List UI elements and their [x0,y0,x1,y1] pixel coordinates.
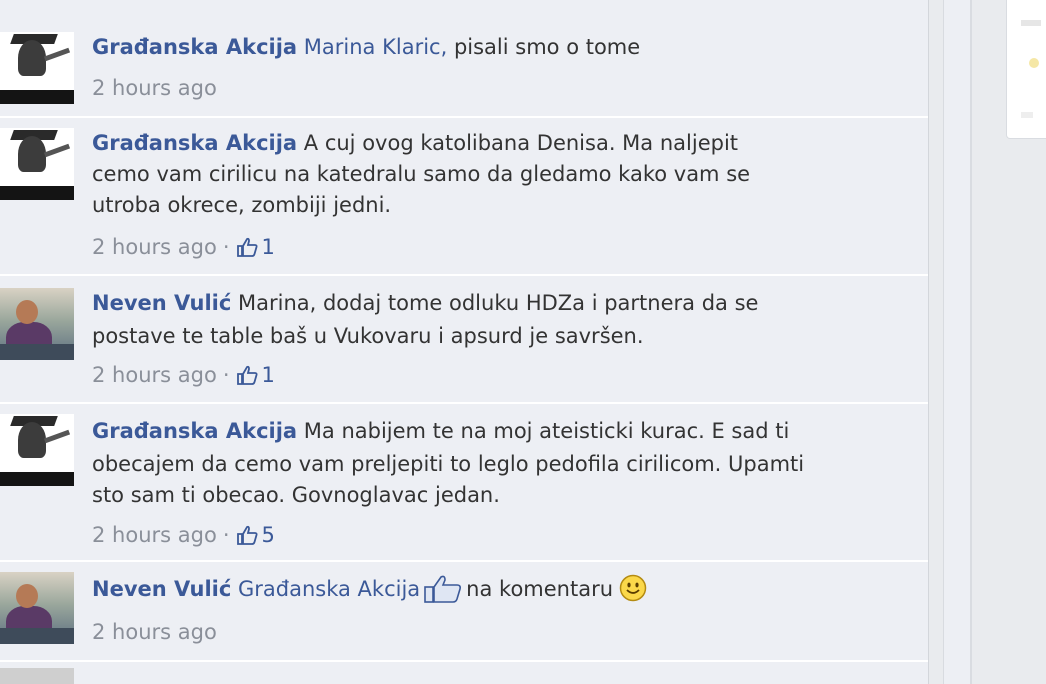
comment-timestamp[interactable]: 2 hours ago [92,76,217,100]
feed-divider [928,0,944,684]
comment-text: Građanska Akcija A cuj ovog katolibana D… [92,128,738,159]
avatar[interactable] [0,414,74,486]
comment-body-line: utroba okrece, zombiji jedni. [92,193,392,217]
comment-body-line: na komentaru [466,577,614,601]
like-thumb-icon[interactable] [236,235,258,265]
comment-author[interactable]: Građanska Akcija [92,35,297,59]
comment-body-line: postave te table baš u Vukovaru i apsurd… [92,324,644,348]
comment-meta: 2 hours ago [92,617,217,647]
comment-text: Građanska Akcija Ma nabijem te na moj at… [92,416,789,447]
comment-author[interactable]: Građanska Akcija [92,419,297,443]
like-thumb-icon[interactable] [236,523,258,553]
comment-meta: 2 hours ago [92,73,217,103]
avatar[interactable] [0,128,74,200]
comment-author[interactable]: Neven Vulić [92,577,231,601]
comment-body-line: sto sam ti obecao. Govnoglavac jedan. [92,483,500,507]
comment-text: Građanska Akcija Marina Klaric, pisali s… [92,32,640,63]
like-thumb-icon[interactable] [236,363,258,393]
avatar [0,668,74,684]
like-count[interactable]: 5 [262,523,275,547]
gutter [944,0,970,684]
comment-mention[interactable]: Građanska Akcija [238,577,420,601]
comment-meta: 2 hours ago · 5 [92,520,275,553]
comment-body-line: Marina, dodaj tome odluku HDZa i partner… [231,291,759,315]
comment-feed: Građanska Akcija Marina Klaric, pisali s… [0,0,928,684]
comment-body-line: pisali smo o tome [447,35,641,59]
comment-author[interactable]: Građanska Akcija [92,131,297,155]
comment-meta: 2 hours ago · 1 [92,232,275,265]
comment-item: Građanska Akcija Ma nabijem te na moj at… [0,404,928,562]
comment-text: Neven Vulić Marina, dodaj tome odluku HD… [92,288,758,319]
comment-item: Građanska Akcija Marina Klaric, pisali s… [0,20,928,118]
meta-separator: · [222,235,230,259]
next-comment-fragment [0,662,928,684]
comment-text: Neven Vulić Građanska Akcija na komentaru [92,574,647,612]
comment-meta: 2 hours ago · 1 [92,360,275,393]
comment-body-line: A cuj ovog katolibana Denisa. Ma naljepi… [297,131,739,155]
like-thumb-icon [424,575,462,612]
avatar[interactable] [0,572,74,644]
comment-author[interactable]: Neven Vulić [92,291,231,315]
avatar[interactable] [0,288,74,360]
comment-item: Građanska Akcija A cuj ovog katolibana D… [0,118,928,276]
meta-separator: · [222,523,230,547]
smiley-icon [619,574,647,611]
comment-timestamp[interactable]: 2 hours ago [92,620,217,644]
like-count[interactable]: 1 [262,235,275,259]
comment-item: Neven Vulić Marina, dodaj tome odluku HD… [0,276,928,404]
avatar[interactable] [0,32,74,104]
meta-separator: · [222,363,230,387]
previous-comment-fragment [0,0,928,20]
comment-body-line: Ma nabijem te na moj ateisticki kurac. E… [297,419,790,443]
comment-timestamp[interactable]: 2 hours ago [92,235,217,259]
comment-item: Neven Vulić Građanska Akcija na komentaru… [0,562,928,662]
comment-timestamp[interactable]: 2 hours ago [92,523,217,547]
comment-timestamp[interactable]: 2 hours ago [92,363,217,387]
comment-body-line: cemo vam cirilicu na katedralu samo da g… [92,162,751,186]
sidebar-panel [1006,0,1046,139]
like-count[interactable]: 1 [262,363,275,387]
comment-mention[interactable]: Marina Klaric, [304,35,447,59]
comment-body-line: obecajem da cemo vam preljepiti to leglo… [92,452,805,476]
